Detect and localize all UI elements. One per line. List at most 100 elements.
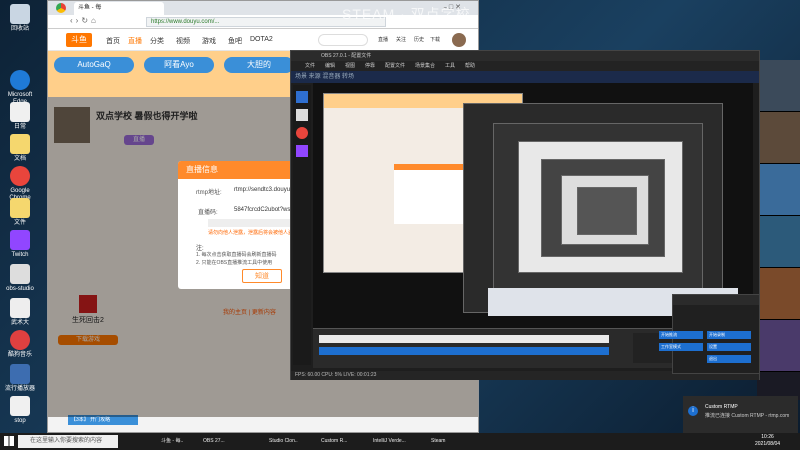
browser-tab[interactable]: 斗鱼 - 每 <box>74 2 164 15</box>
controls-dock-title <box>673 295 759 305</box>
game-tile[interactable] <box>757 60 800 112</box>
obs-side-icons <box>293 85 311 365</box>
desktop-icon-wushu[interactable]: 武术大 <box>3 298 37 327</box>
browser-logo-icon <box>56 3 66 13</box>
side-twitch-icon[interactable] <box>296 145 308 157</box>
nav-game[interactable]: 游戏 <box>202 36 216 46</box>
desktop-icon-label: stop <box>14 418 26 424</box>
exit-button[interactable]: 退出 <box>707 355 751 363</box>
desktop-icon-label: 文档 <box>13 156 26 162</box>
desktop-icon-edge[interactable]: Microsoft Edge <box>3 70 37 106</box>
clock-date: 2021/08/04 <box>755 441 781 447</box>
side-file-icon[interactable] <box>296 109 308 121</box>
toast-title: Custom RTMP <box>705 404 738 410</box>
header-live-link[interactable]: 直播 <box>378 36 388 43</box>
site-search-input[interactable] <box>318 34 368 46</box>
nav-buttons[interactable]: ‹›↻⌂ <box>70 16 99 25</box>
desktop-icon-label: 回收站 <box>10 26 29 32</box>
nested-modal <box>394 164 464 224</box>
stream-code-label: 直播码: <box>198 210 218 216</box>
nav-dota2[interactable]: DOTA2 <box>250 36 273 43</box>
obs-dock-header: 场景 来源 混音器 转场 <box>291 71 759 83</box>
desktop-icon-daily[interactable]: 日常 <box>3 102 37 131</box>
taskbar-app-studio[interactable]: Studio Clon.. <box>258 434 300 449</box>
taskbar-app-douyu[interactable]: 斗鱼 - 每.. <box>150 434 190 449</box>
desktop-icon-label: 流行播放器 <box>4 386 35 392</box>
nav-home[interactable]: 首页 <box>106 36 120 46</box>
note-line-1: 1. 每次点击获取直播码会刷新直播码 <box>196 252 277 258</box>
desktop-icon-label: obs-studio <box>6 286 34 292</box>
obs-menu-help[interactable]: 帮助 <box>465 62 475 69</box>
toast-body: 推流已连接 Custom RTMP - rtmp.com <box>705 413 790 419</box>
avatar[interactable] <box>452 33 466 47</box>
obs-titlebar: OBS 27.0.1 - 配置文件 <box>291 51 759 61</box>
mixer-track[interactable] <box>319 335 609 343</box>
obs-menu-edit[interactable]: 编辑 <box>325 62 335 69</box>
desktop-icon-label: 武术大 <box>10 320 29 326</box>
obs-menu-tools[interactable]: 工具 <box>445 62 455 69</box>
game-tile[interactable] <box>757 164 800 216</box>
banner-tab-right[interactable]: 大胆的 <box>224 57 294 73</box>
header-history-link[interactable]: 历史 <box>414 36 424 43</box>
mixer-track-active[interactable] <box>319 347 609 355</box>
header-follow-link[interactable]: 关注 <box>396 36 406 43</box>
obs-status-text: FPS: 60.00 CPU: 5% LIVE: 00:01:23 <box>295 372 377 378</box>
taskbar-search-input[interactable]: 在这里输入你要搜索的内容 <box>18 435 118 448</box>
side-chrome-icon[interactable] <box>296 127 308 139</box>
desktop-icon-player[interactable]: 流行播放器 <box>3 364 37 393</box>
rtmp-label: rtmp地址: <box>196 190 222 196</box>
settings-button[interactable]: 设置 <box>707 343 751 351</box>
steam-overlay-text: STEAM · 双点学校 <box>342 6 471 22</box>
desktop-icon-stop[interactable]: stop <box>3 396 37 425</box>
desktop-icon-label: 酷狗音乐 <box>7 352 32 358</box>
banner-tab-left[interactable]: AutoGaQ <box>54 57 134 73</box>
notification-toast[interactable]: i Custom RTMP 推流已连接 Custom RTMP - rtmp.c… <box>683 396 798 433</box>
nav-category[interactable]: 分类 <box>150 36 164 46</box>
header-download-link[interactable]: 下载 <box>430 36 440 43</box>
game-tile[interactable] <box>757 216 800 268</box>
desktop-icon-recycle[interactable]: 回收站 <box>3 4 37 33</box>
desktop-icon-obs[interactable]: obs-studio <box>3 264 37 293</box>
desktop-icon-chrome[interactable]: Google Chrome <box>3 166 37 202</box>
desktop-icon-label: Twitch <box>11 252 29 258</box>
modal-confirm-button[interactable]: 知道 <box>242 269 282 283</box>
taskbar-app-intellij[interactable]: IntelliJ Verde... <box>362 434 412 449</box>
taskbar-app-obs[interactable]: OBS 27... <box>192 434 232 449</box>
nav-video[interactable]: 视频 <box>176 36 190 46</box>
site-logo[interactable]: 斗鱼 <box>66 33 92 47</box>
start-windows-icon[interactable] <box>4 436 14 446</box>
game-tile[interactable] <box>757 320 800 372</box>
desktop-icon-music[interactable]: 酷狗音乐 <box>3 330 37 359</box>
obs-menubar: 文件 编辑 视图 停靠 配置文件 场景集合 工具 帮助 <box>291 61 759 71</box>
desktop-icon-twitch[interactable]: Twitch <box>3 230 37 259</box>
game-tile[interactable] <box>757 112 800 164</box>
obs-menu-view[interactable]: 视图 <box>345 62 355 69</box>
start-record-button[interactable]: 开始录制 <box>707 331 751 339</box>
game-tile[interactable] <box>757 268 800 320</box>
start-stream-button[interactable]: 开始推流 <box>659 331 703 339</box>
obs-menu-scene[interactable]: 场景集合 <box>415 62 435 69</box>
background-game-strip <box>757 60 800 400</box>
side-edge-icon[interactable] <box>296 91 308 103</box>
desktop-icon-files[interactable]: 文件 <box>3 198 37 227</box>
obs-menu-dock[interactable]: 停靠 <box>365 62 375 69</box>
taskbar-app-steam[interactable]: Steam <box>420 434 460 449</box>
banner-tab-mid[interactable]: 阿看Ayo <box>144 57 214 73</box>
obs-menu-profile[interactable]: 配置文件 <box>385 62 405 69</box>
desktop-icons: 回收站 Microsoft Edge 日常 文档 Google Chrome 文… <box>0 0 40 433</box>
taskbar-app-custom[interactable]: Custom R... <box>310 434 350 449</box>
note-line-2: 2. 只能在OBS直播推流工具中使用 <box>196 260 273 266</box>
desktop-icon-label: 文件 <box>13 220 26 226</box>
nested-obs-6 <box>577 187 637 235</box>
nav-fishbar[interactable]: 鱼吧 <box>228 36 242 46</box>
nav-live[interactable]: 直播 <box>128 36 142 46</box>
info-icon: i <box>688 406 698 416</box>
studio-mode-button[interactable]: 工作室模式 <box>659 343 703 351</box>
taskbar-clock[interactable]: 10:26 2021/08/04 <box>755 434 780 448</box>
desktop-icon-docs[interactable]: 文档 <box>3 134 37 163</box>
obs-title: OBS 27.0.1 - 配置文件 <box>321 53 372 59</box>
obs-menu-file[interactable]: 文件 <box>305 62 315 69</box>
clock-time: 10:26 <box>761 434 774 440</box>
site-header: 斗鱼 首页 直播 分类 视频 游戏 鱼吧 DOTA2 直播 关注 历史 下载 <box>48 29 478 51</box>
taskbar: 在这里输入你要搜索的内容 斗鱼 - 每.. OBS 27... Studio C… <box>0 433 800 450</box>
